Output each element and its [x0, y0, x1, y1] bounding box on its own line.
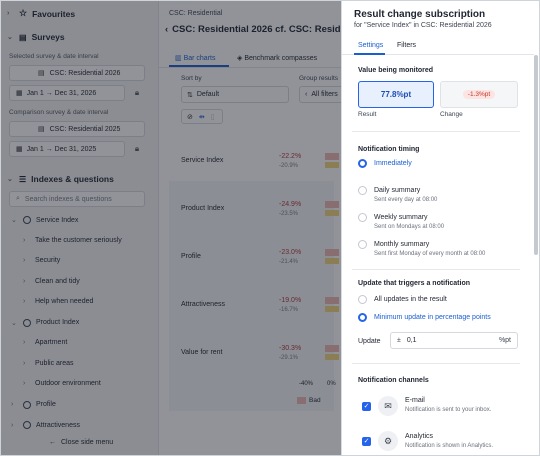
section-divider [352, 131, 520, 132]
change-option[interactable]: -1.3%pt [440, 81, 518, 108]
email-checkbox[interactable]: ✓ [362, 402, 371, 411]
modal-backdrop[interactable] [1, 1, 341, 455]
email-channel-name: E-mail [405, 397, 425, 404]
timing-label[interactable]: Monthly summary [374, 241, 429, 248]
timing-radio[interactable] [358, 186, 367, 195]
mail-icon: ✉ [378, 396, 398, 416]
timing-label[interactable]: Immediately [374, 160, 412, 167]
timing-label[interactable]: Daily summary [374, 187, 420, 194]
trigger-all-label[interactable]: All updates in the result [374, 296, 447, 303]
panel-subtitle: for "Service Index" in CSC: Residential … [354, 22, 492, 29]
update-value: 0,1 [406, 337, 417, 344]
update-threshold-input[interactable]: ± 0,1 %pt [390, 332, 518, 349]
channels-title: Notification channels [358, 377, 429, 384]
section-divider [352, 363, 520, 364]
analytics-checkbox[interactable]: ✓ [362, 437, 371, 446]
change-value: -1.3%pt [462, 90, 496, 99]
timing-radio[interactable] [358, 213, 367, 222]
panel-title: Result change subscription [354, 9, 486, 20]
result-option[interactable]: 77.8%pt [358, 81, 434, 108]
active-tab-underline [354, 53, 385, 55]
analytics-channel-desc: Notification is shown in Analytics. [405, 443, 494, 449]
trigger-all-radio[interactable] [358, 295, 367, 304]
timing-radio[interactable] [358, 240, 367, 249]
section-divider [352, 269, 520, 270]
update-unit: %pt [498, 337, 511, 344]
timing-description: Sent every day at 08:00 [374, 197, 438, 203]
update-label: Update [358, 338, 381, 345]
email-channel-desc: Notification is sent to your inbox. [405, 407, 492, 413]
tab-settings[interactable]: Settings [358, 42, 383, 49]
monitored-title: Value being monitored [358, 67, 434, 74]
trigger-title: Update that triggers a notification [358, 280, 471, 287]
tab-filters[interactable]: Filters [397, 42, 416, 49]
timing-title: Notification timing [358, 146, 420, 153]
timing-label[interactable]: Weekly summary [374, 214, 428, 221]
result-value: 77.8%pt [380, 90, 412, 99]
change-label: Change [440, 111, 463, 118]
timing-radio[interactable] [358, 159, 367, 168]
app-window: › ☆ Favourites ⌄ ▤ Surveys Selected surv… [0, 0, 540, 456]
panel-scrollbar[interactable] [534, 55, 538, 255]
timing-description: Sent on Mondays at 08:00 [374, 224, 445, 230]
trigger-minimum-radio[interactable] [358, 313, 367, 322]
trigger-minimum-label[interactable]: Minimum update in percentage points [374, 314, 491, 321]
subscription-panel: Result change subscription for "Service … [341, 1, 539, 455]
plus-minus-prefix: ± [397, 337, 401, 344]
analytics-icon: ⚙ [378, 431, 398, 451]
result-label: Result [358, 111, 377, 118]
analytics-channel-name: Analytics [405, 433, 434, 440]
timing-description: Sent first Monday of every month at 08:0… [374, 251, 486, 257]
